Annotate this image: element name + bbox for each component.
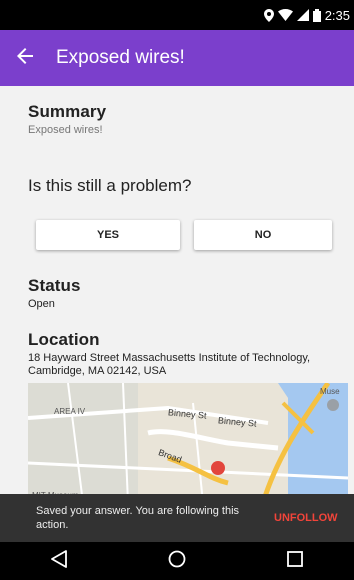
- status-value: Open: [28, 298, 55, 310]
- location-heading: Location: [28, 330, 100, 349]
- map-label-museum-2: Muse: [320, 387, 340, 396]
- clock: 2:35: [324, 7, 350, 23]
- location-pin-icon: [263, 8, 274, 22]
- no-button[interactable]: NO: [194, 220, 332, 250]
- map-graphic: [28, 383, 348, 503]
- detail-content: Summary Exposed wires! Is this still a p…: [0, 86, 354, 503]
- nav-back-icon: [51, 549, 67, 573]
- snackbar: Saved your answer. You are following thi…: [0, 494, 354, 542]
- nav-home-button[interactable]: [157, 542, 197, 580]
- summary-heading: Summary: [28, 102, 107, 121]
- page-title: Exposed wires!: [56, 47, 185, 68]
- question-heading: Is this still a problem?: [28, 176, 192, 195]
- snackbar-message: Saved your answer. You are following thi…: [36, 505, 240, 531]
- nav-recents-button[interactable]: [275, 542, 315, 580]
- signal-icon: [296, 9, 309, 21]
- yes-button[interactable]: YES: [36, 220, 180, 250]
- nav-back-button[interactable]: [39, 542, 79, 580]
- nav-recents-icon: [287, 550, 303, 572]
- map-label-area: AREA IV: [54, 407, 86, 416]
- summary-text: Exposed wires!: [28, 124, 103, 136]
- back-arrow-icon: [17, 47, 33, 69]
- system-nav-bar: [0, 542, 354, 580]
- location-map[interactable]: AREA IV Binney St Binney St Broad MIT Mu…: [28, 383, 348, 503]
- back-button[interactable]: [14, 30, 36, 86]
- wifi-icon: [277, 9, 293, 21]
- location-address: 18 Hayward Street Massachusetts Institut…: [28, 352, 311, 377]
- battery-icon: [312, 8, 321, 22]
- app-bar: Exposed wires!: [0, 30, 354, 86]
- status-bar: 2:35: [0, 0, 354, 30]
- nav-home-icon: [168, 550, 186, 573]
- status-heading: Status: [28, 276, 81, 295]
- unfollow-button[interactable]: UNFOLLOW: [274, 512, 338, 524]
